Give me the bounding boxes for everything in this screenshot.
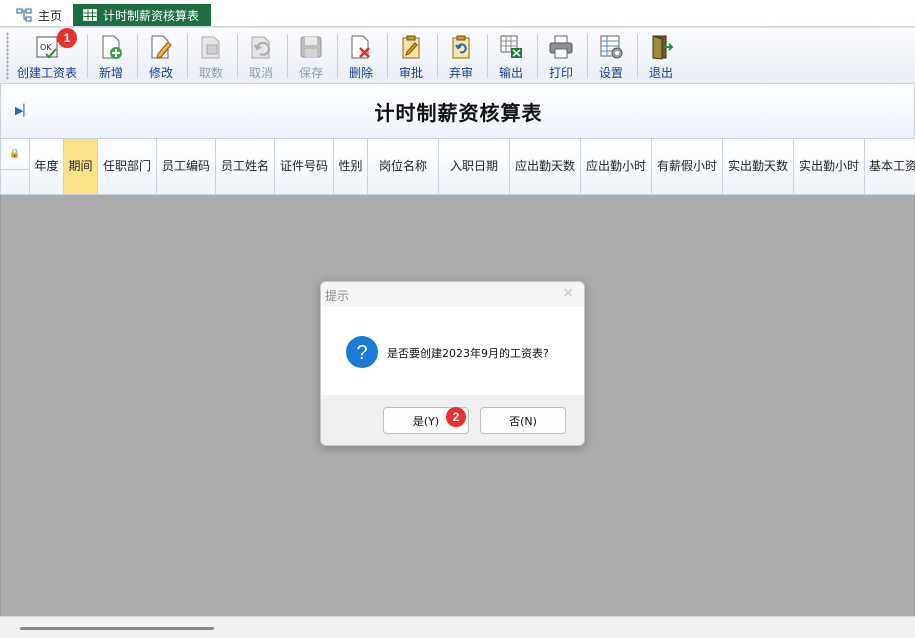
close-icon[interactable]: × [562,285,574,301]
grid-header: 🔒 年度 期间 任职部门 员工编码 员工姓名 证件号码 性别 岗位名称 入职日期… [0,139,915,195]
toolbar-separator [437,34,438,78]
fetch-data-button[interactable]: 取数 [190,28,232,84]
dialog-title: 提示 [325,289,350,303]
column-header-paid-leave-hours[interactable]: 有薪假小时 [652,139,723,195]
printer-icon [547,33,575,61]
approve-button[interactable]: 审批 [390,28,432,84]
toolbar-grip [6,32,9,80]
tab-timesheet-payroll[interactable]: 计时制薪资核算表 [73,4,212,26]
step-badge-2: 2 [446,407,466,427]
dialog-title-bar: 提示 × [321,282,584,307]
toolbar-separator [187,34,188,78]
svg-text:?: ? [356,342,367,364]
column-header-id-number[interactable]: 证件号码 [275,139,334,195]
toolbar-separator [87,34,88,78]
delete-button[interactable]: 删除 [340,28,382,84]
toolbar-separator [387,34,388,78]
lock-column-header[interactable]: 🔒 [1,139,30,195]
settings-button[interactable]: 设置 [590,28,632,84]
svg-text:OK: OK [40,43,52,52]
column-header-required-hours[interactable]: 应出勤小时 [581,139,652,195]
sitemap-icon [16,8,32,22]
add-button[interactable]: 新增 [90,28,132,84]
no-button[interactable]: 否(N) [480,407,566,434]
toolbar-separator [637,34,638,78]
save-icon [297,33,325,61]
lock-icon: 🔒 [9,149,21,159]
toolbar-separator [487,34,488,78]
unapprove-button[interactable]: 弃审 [440,28,482,84]
column-header-gender[interactable]: 性别 [334,139,368,195]
column-header-position[interactable]: 岗位名称 [368,139,439,195]
fetch-data-icon [197,33,225,61]
scrollbar-thumb[interactable] [20,627,214,630]
dialog-message: 是否要创建2023年9月的工资表? [387,347,549,360]
horizontal-scrollbar[interactable] [0,616,915,638]
save-button[interactable]: 保存 [290,28,332,84]
column-header-hire-date[interactable]: 入职日期 [439,139,510,195]
add-doc-icon [97,33,125,61]
edit-button[interactable]: 修改 [140,28,182,84]
toolbar-separator [587,34,588,78]
column-header-employee-name[interactable]: 员工姓名 [216,139,275,195]
step-badge-1: 1 [57,28,77,48]
toolbar-separator [287,34,288,78]
page-title: 计时制薪资核算表 [374,101,543,125]
settings-icon [597,33,625,61]
column-header-base-salary[interactable]: 基本工资 [865,139,915,195]
lock-column-filter [1,169,29,195]
tab-active-label: 计时制薪资核算表 [103,8,200,23]
dialog-body: ? 是否要创建2023年9月的工资表? [321,307,584,395]
question-icon: ? [346,336,378,371]
export-button[interactable]: 输出 [490,28,532,84]
exit-door-icon [647,33,675,61]
toolbar: OK 创建工资表 1 新增 修改 取数 取消 保存 删除 审批 弃审 输出 打印… [0,27,915,84]
report-title-bar: ▶▏ 计时制薪资核算表 [0,84,915,139]
tab-home[interactable]: 主页 [8,4,70,26]
toolbar-separator [237,34,238,78]
column-header-actual-days[interactable]: 实出勤天数 [723,139,794,195]
table-icon [83,9,97,21]
column-header-actual-hours[interactable]: 实出勤小时 [794,139,865,195]
column-header-employee-code[interactable]: 员工编码 [157,139,216,195]
exit-button[interactable]: 退出 [640,28,682,84]
column-header-period[interactable]: 期间 [64,139,98,195]
toolbar-separator [537,34,538,78]
undo-icon [247,33,275,61]
column-header-department[interactable]: 任职部门 [98,139,157,195]
delete-doc-icon [347,33,375,61]
toolbar-separator [337,34,338,78]
column-header-year[interactable]: 年度 [30,139,64,195]
cancel-button[interactable]: 取消 [240,28,282,84]
export-excel-icon [497,33,525,61]
tab-strip: 主页 计时制薪资核算表 [0,0,915,27]
approve-icon [397,33,425,61]
edit-doc-icon [147,33,175,61]
column-header-required-days[interactable]: 应出勤天数 [510,139,581,195]
print-button[interactable]: 打印 [540,28,582,84]
toolbar-separator [137,34,138,78]
tab-home-label: 主页 [38,8,63,23]
unapprove-icon [447,33,475,61]
